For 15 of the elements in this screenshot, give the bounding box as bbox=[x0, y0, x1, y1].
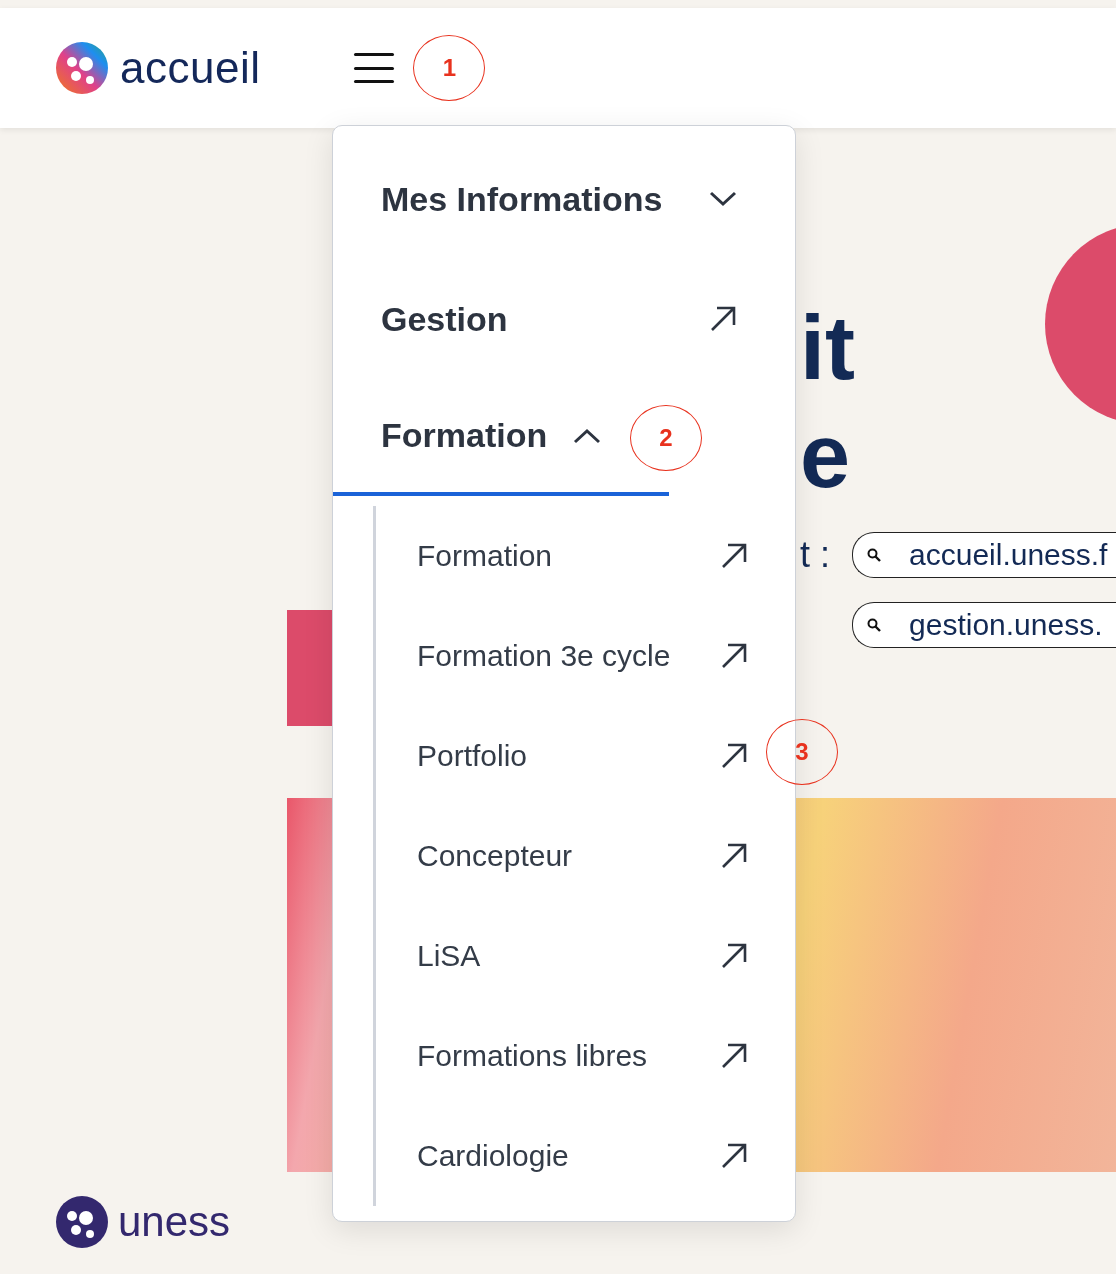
submenu-link[interactable]: Formation bbox=[376, 506, 748, 606]
search-pill[interactable]: accueil.uness.f bbox=[852, 532, 1116, 578]
hero-title: e bbox=[800, 405, 851, 508]
search-pill[interactable]: gestion.uness. bbox=[852, 602, 1116, 648]
hero-title: it bbox=[800, 297, 855, 400]
submenu-link[interactable]: Concepteur bbox=[376, 806, 748, 906]
search-label: t : bbox=[800, 534, 830, 576]
logo-text[interactable]: accueil bbox=[120, 43, 261, 93]
submenu-link[interactable]: Formations libres bbox=[376, 1006, 748, 1106]
submenu-link[interactable]: Formation 3e cycle bbox=[376, 606, 748, 706]
submenu-link[interactable]: LiSA bbox=[376, 906, 748, 1006]
menu-item[interactable]: Mes Informations bbox=[333, 139, 795, 259]
submenu-link[interactable]: Cardiologie bbox=[376, 1106, 748, 1206]
logo-text[interactable]: uness bbox=[118, 1198, 231, 1246]
menu-item[interactable]: Gestion bbox=[333, 259, 795, 379]
